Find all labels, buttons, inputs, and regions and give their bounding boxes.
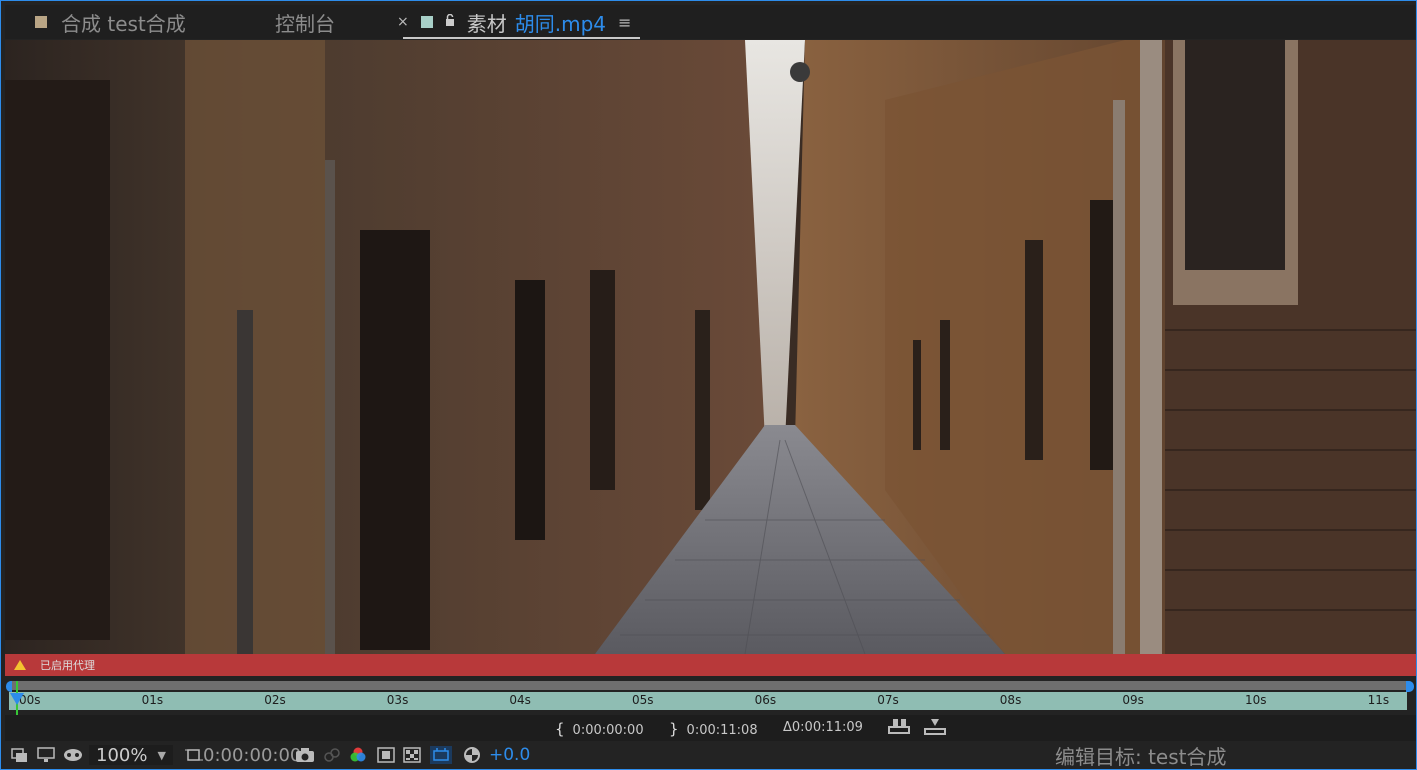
tab-composition-label: 合成 test合成 (61, 11, 186, 36)
tab-footage[interactable]: × 素材 胡同.mp4 ≡ (397, 5, 631, 39)
channel-rgb-icon[interactable] (349, 745, 367, 765)
ruler-tick-label: 03s (386, 693, 409, 707)
work-area-bar[interactable] (9, 681, 1411, 690)
alley-video-frame (5, 40, 1416, 654)
zoom-select[interactable]: 100% ▼ (89, 744, 173, 766)
mask-visibility-icon[interactable] (63, 745, 83, 765)
always-preview-icon[interactable] (11, 745, 29, 765)
playhead-handle[interactable] (10, 693, 24, 705)
composition-color-swatch (35, 16, 47, 28)
fast-previews-icon[interactable] (430, 745, 452, 765)
current-time-value: 0:00:00:00 (203, 744, 302, 766)
in-out-row: {0:00:00:00 } 0:00:11:08 Δ0:00:11:09 (5, 715, 1416, 741)
work-area-end-handle[interactable] (1406, 681, 1414, 692)
ruler-tick-label: 01s (141, 693, 164, 707)
in-point[interactable]: {0:00:00:00 (555, 720, 644, 738)
title-action-safe-icon[interactable] (377, 745, 395, 765)
ruler-tick-label: 08s (999, 693, 1022, 707)
exposure-value[interactable]: +0.0 (489, 745, 530, 765)
out-point-value: 0:00:11:08 (686, 723, 758, 738)
ripple-insert-edit-icon[interactable] (923, 718, 947, 736)
tab-console[interactable]: 控制台 (275, 5, 335, 39)
reset-exposure-icon[interactable] (463, 745, 481, 765)
time-ruler[interactable]: 00s 01s 02s 03s 04s 05s 06s 07s 08s 09s 10s 11s (9, 692, 1407, 710)
tab-bar: 合成 test合成 控制台 × 素材 胡同.mp4 ≡ (5, 5, 1415, 39)
duration-value: Δ0:00:11:09 (783, 720, 863, 735)
ruler-tick-label: 06s (754, 693, 777, 707)
out-point[interactable]: } 0:00:11:08 (669, 720, 758, 738)
ruler-tick-label: 11s (1367, 693, 1390, 707)
tab-console-label: 控制台 (275, 11, 335, 36)
out-point-icon[interactable]: } (669, 720, 679, 738)
transparency-grid-icon[interactable] (403, 745, 421, 765)
lock-icon[interactable] (445, 13, 455, 30)
ruler-tick-label: 10s (1245, 693, 1267, 707)
zoom-value: 100% (96, 744, 148, 766)
current-time-display[interactable]: 0:00:00:00 (185, 744, 302, 766)
tab-footage-label: 素材 (466, 11, 507, 36)
region-of-interest-icon[interactable] (185, 747, 203, 763)
viewer-toolbar: 100% ▼ 0:00:00:00 +0.0 编辑目标: test合成 (5, 742, 1416, 769)
ruler-tick-label: 04s (509, 693, 531, 707)
show-snapshot-icon[interactable] (323, 745, 341, 765)
chevron-down-icon: ▼ (157, 748, 166, 762)
close-tab-icon[interactable]: × (397, 14, 409, 30)
monitor-icon[interactable] (37, 745, 55, 765)
in-point-value: 0:00:00:00 (572, 723, 644, 738)
overlay-edit-icon[interactable] (887, 718, 911, 736)
footage-panel: 合成 test合成 控制台 × 素材 胡同.mp4 ≡ 已启用代理 00s 01… (0, 0, 1417, 770)
tab-composition[interactable]: 合成 test合成 (35, 5, 186, 39)
warning-icon (14, 660, 26, 670)
footage-color-swatch (420, 16, 433, 28)
active-tab-underline (403, 37, 640, 39)
duration: Δ0:00:11:09 (783, 720, 863, 735)
ruler-tick-label: 02s (264, 693, 286, 707)
tab-footage-filename: 胡同.mp4 (514, 11, 606, 36)
ruler-tick-label: 07s (877, 693, 899, 707)
proxy-warning-bar: 已启用代理 (5, 654, 1416, 676)
snapshot-icon[interactable] (295, 745, 315, 765)
footage-viewer[interactable] (5, 40, 1416, 654)
panel-menu-icon[interactable]: ≡ (618, 13, 631, 32)
work-area-start-handle[interactable] (6, 681, 12, 692)
proxy-message: 已启用代理 (40, 659, 95, 672)
in-point-icon[interactable]: { (555, 720, 565, 738)
edit-target-label: 编辑目标: test合成 (1055, 744, 1227, 769)
ruler-tick-label: 05s (632, 693, 654, 707)
ruler-tick-label: 09s (1122, 693, 1144, 707)
